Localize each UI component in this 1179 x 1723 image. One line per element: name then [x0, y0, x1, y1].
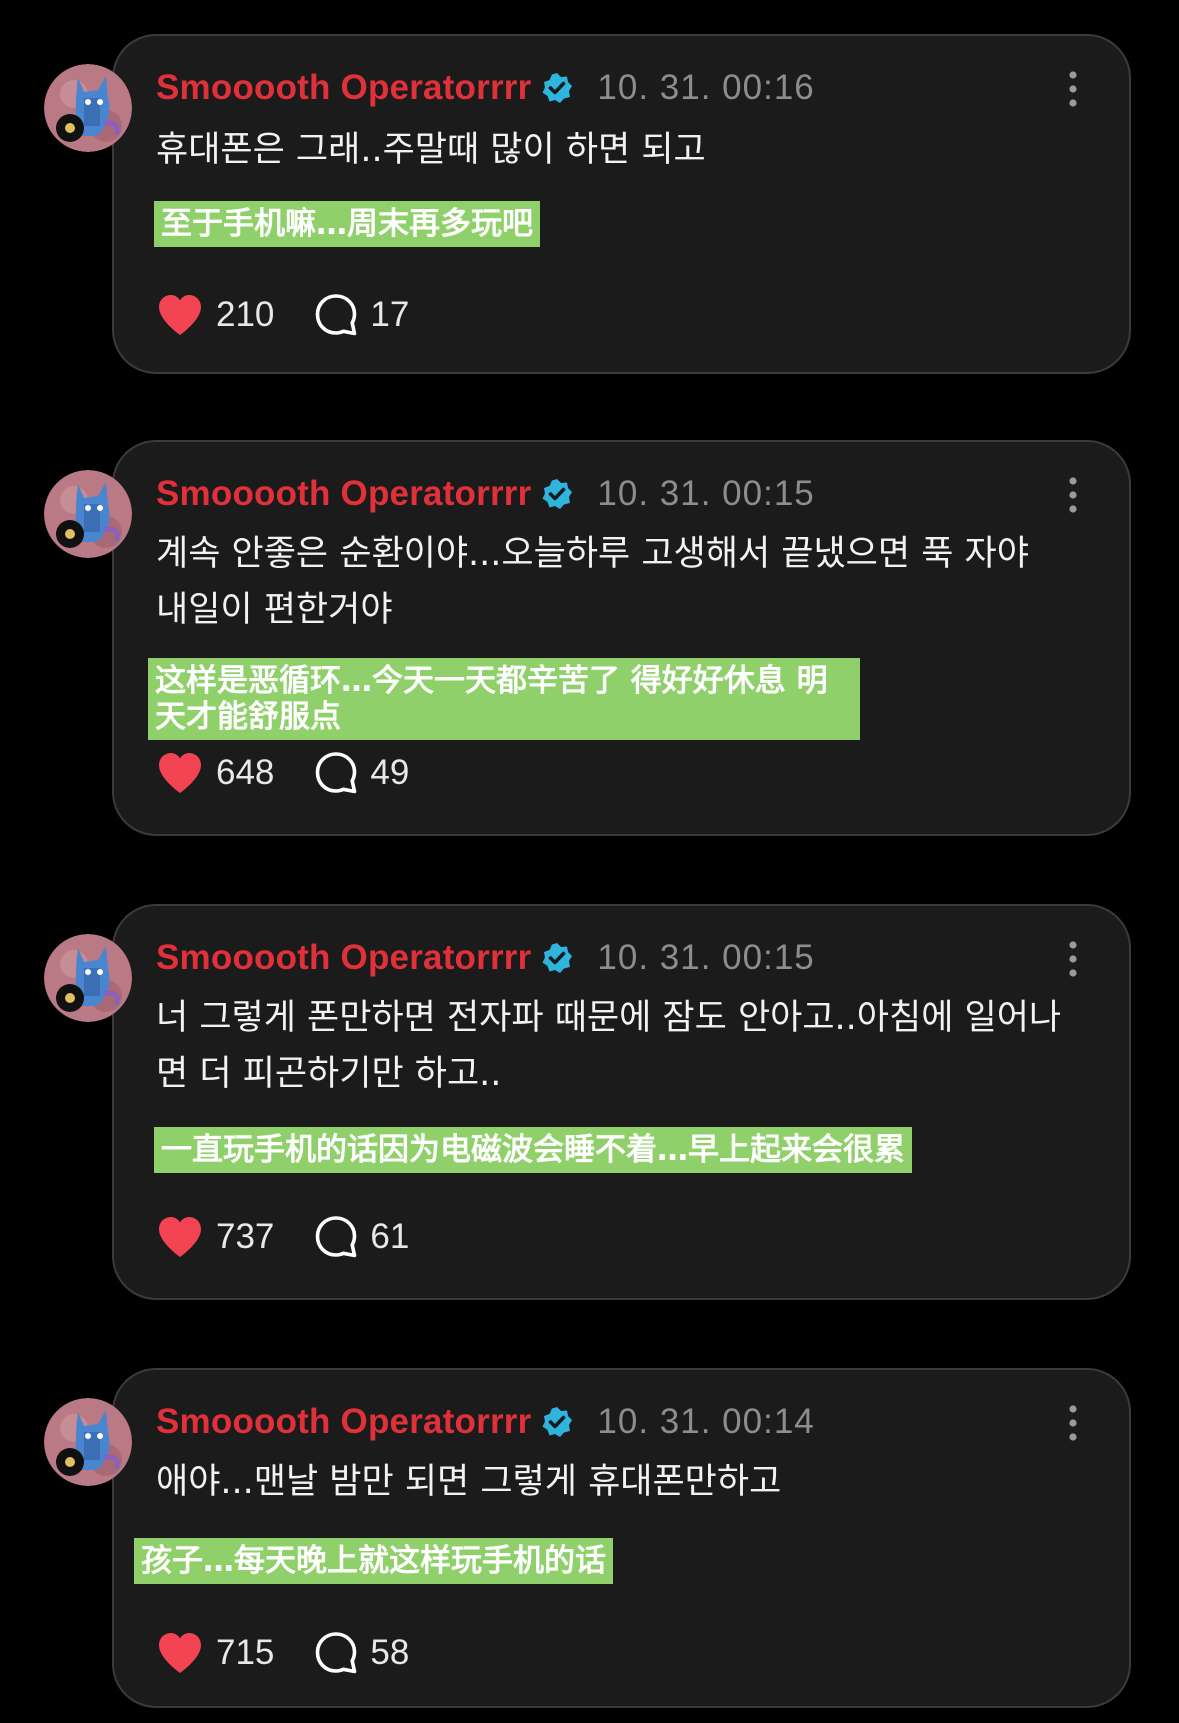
like-count: 715	[216, 1633, 275, 1672]
heart-icon	[159, 753, 201, 793]
heart-icon	[159, 295, 201, 335]
timestamp: 10. 31. 00:16	[597, 68, 815, 107]
verified-badge-icon	[542, 1407, 573, 1437]
like-button[interactable]: 210	[156, 293, 274, 337]
post-card[interactable]: Smooooth Operatorrrr 10. 31. 00:14 애야...…	[112, 1368, 1131, 1708]
timestamp: 10. 31. 00:14	[597, 1402, 815, 1441]
more-options-icon[interactable]	[1065, 70, 1081, 108]
speech-bubble-icon	[316, 1632, 357, 1674]
username[interactable]: Smooooth Operatorrrr	[156, 68, 531, 108]
like-button[interactable]: 648	[156, 751, 274, 795]
verified-badge-icon	[542, 943, 573, 973]
reply-count: 17	[370, 295, 410, 334]
like-count: 648	[216, 753, 275, 792]
like-count: 210	[216, 295, 275, 334]
post-card[interactable]: Smooooth Operatorrrr 10. 31. 00:15 계속 안좋…	[112, 440, 1131, 836]
post-actions: 715 58	[156, 1628, 449, 1678]
heart-icon	[159, 1217, 201, 1257]
post-actions: 648 49	[156, 748, 449, 798]
cat-avatar-icon	[44, 470, 132, 558]
reply-count: 61	[370, 1217, 410, 1256]
post[interactable]: Smooooth Operatorrrr 10. 31. 00:16 휴대폰은 …	[0, 34, 1179, 374]
avatar[interactable]	[44, 934, 132, 1022]
cat-avatar-icon	[44, 1398, 132, 1486]
more-options-icon[interactable]	[1065, 476, 1081, 514]
more-options-icon[interactable]	[1065, 940, 1081, 978]
post-header: Smooooth Operatorrrr 10. 31. 00:15	[156, 936, 815, 980]
post-text: 너 그렇게 폰만하면 전자파 때문에 잠도 안아고..아침에 일어나면 더 피곤…	[156, 998, 1062, 1094]
timestamp: 10. 31. 00:15	[597, 474, 815, 513]
reply-button[interactable]: 49	[314, 751, 409, 795]
like-button[interactable]: 737	[156, 1215, 274, 1259]
reply-button[interactable]: 17	[314, 293, 409, 337]
reply-button[interactable]: 61	[314, 1215, 409, 1259]
post-text: 애야...맨날 밤만 되면 그렇게 휴대폰만하고	[156, 1462, 782, 1502]
username[interactable]: Smooooth Operatorrrr	[156, 938, 531, 978]
post-actions: 210 17	[156, 290, 449, 340]
timestamp: 10. 31. 00:15	[597, 938, 815, 977]
translation-highlight: 至于手机嘛…周末再多玩吧	[154, 201, 540, 247]
avatar[interactable]	[44, 64, 132, 152]
reply-count: 49	[370, 753, 410, 792]
post[interactable]: Smooooth Operatorrrr 10. 31. 00:15 너 그렇게…	[0, 904, 1179, 1300]
post-actions: 737 61	[156, 1212, 449, 1262]
reply-count: 58	[370, 1633, 410, 1672]
post-card[interactable]: Smooooth Operatorrrr 10. 31. 00:16 휴대폰은 …	[112, 34, 1131, 374]
avatar[interactable]	[44, 470, 132, 558]
translation-highlight: 这样是恶循环…今天一天都辛苦了 得好好休息 明天才能舒服点	[148, 658, 860, 740]
post-text: 휴대폰은 그래..주말때 많이 하면 되고	[156, 130, 706, 170]
reply-feed: Smooooth Operatorrrr 10. 31. 00:16 휴대폰은 …	[0, 0, 1179, 1723]
like-count: 737	[216, 1217, 275, 1256]
reply-button[interactable]: 58	[314, 1631, 409, 1675]
post-header: Smooooth Operatorrrr 10. 31. 00:15	[156, 472, 815, 516]
speech-bubble-icon	[316, 1216, 357, 1258]
post[interactable]: Smooooth Operatorrrr 10. 31. 00:14 애야...…	[0, 1368, 1179, 1708]
post-header: Smooooth Operatorrrr 10. 31. 00:16	[156, 66, 815, 110]
post-header: Smooooth Operatorrrr 10. 31. 00:14	[156, 1400, 815, 1444]
translation-highlight: 一直玩手机的话因为电磁波会睡不着…早上起来会很累	[154, 1127, 912, 1173]
speech-bubble-icon	[316, 752, 357, 794]
cat-avatar-icon	[44, 934, 132, 1022]
speech-bubble-icon	[316, 294, 357, 336]
translation-highlight: 孩子…每天晚上就这样玩手机的话	[134, 1538, 613, 1584]
post-card[interactable]: Smooooth Operatorrrr 10. 31. 00:15 너 그렇게…	[112, 904, 1131, 1300]
more-options-icon[interactable]	[1065, 1404, 1081, 1442]
like-button[interactable]: 715	[156, 1631, 274, 1675]
cat-avatar-icon	[44, 64, 132, 152]
verified-badge-icon	[542, 73, 573, 103]
username[interactable]: Smooooth Operatorrrr	[156, 1402, 531, 1442]
username[interactable]: Smooooth Operatorrrr	[156, 474, 531, 514]
post[interactable]: Smooooth Operatorrrr 10. 31. 00:15 계속 안좋…	[0, 440, 1179, 836]
heart-icon	[159, 1633, 201, 1673]
verified-badge-icon	[542, 479, 573, 509]
post-text: 계속 안좋은 순환이야...오늘하루 고생해서 끝냈으면 푹 자야 내일이 편한…	[156, 534, 1029, 630]
avatar[interactable]	[44, 1398, 132, 1486]
